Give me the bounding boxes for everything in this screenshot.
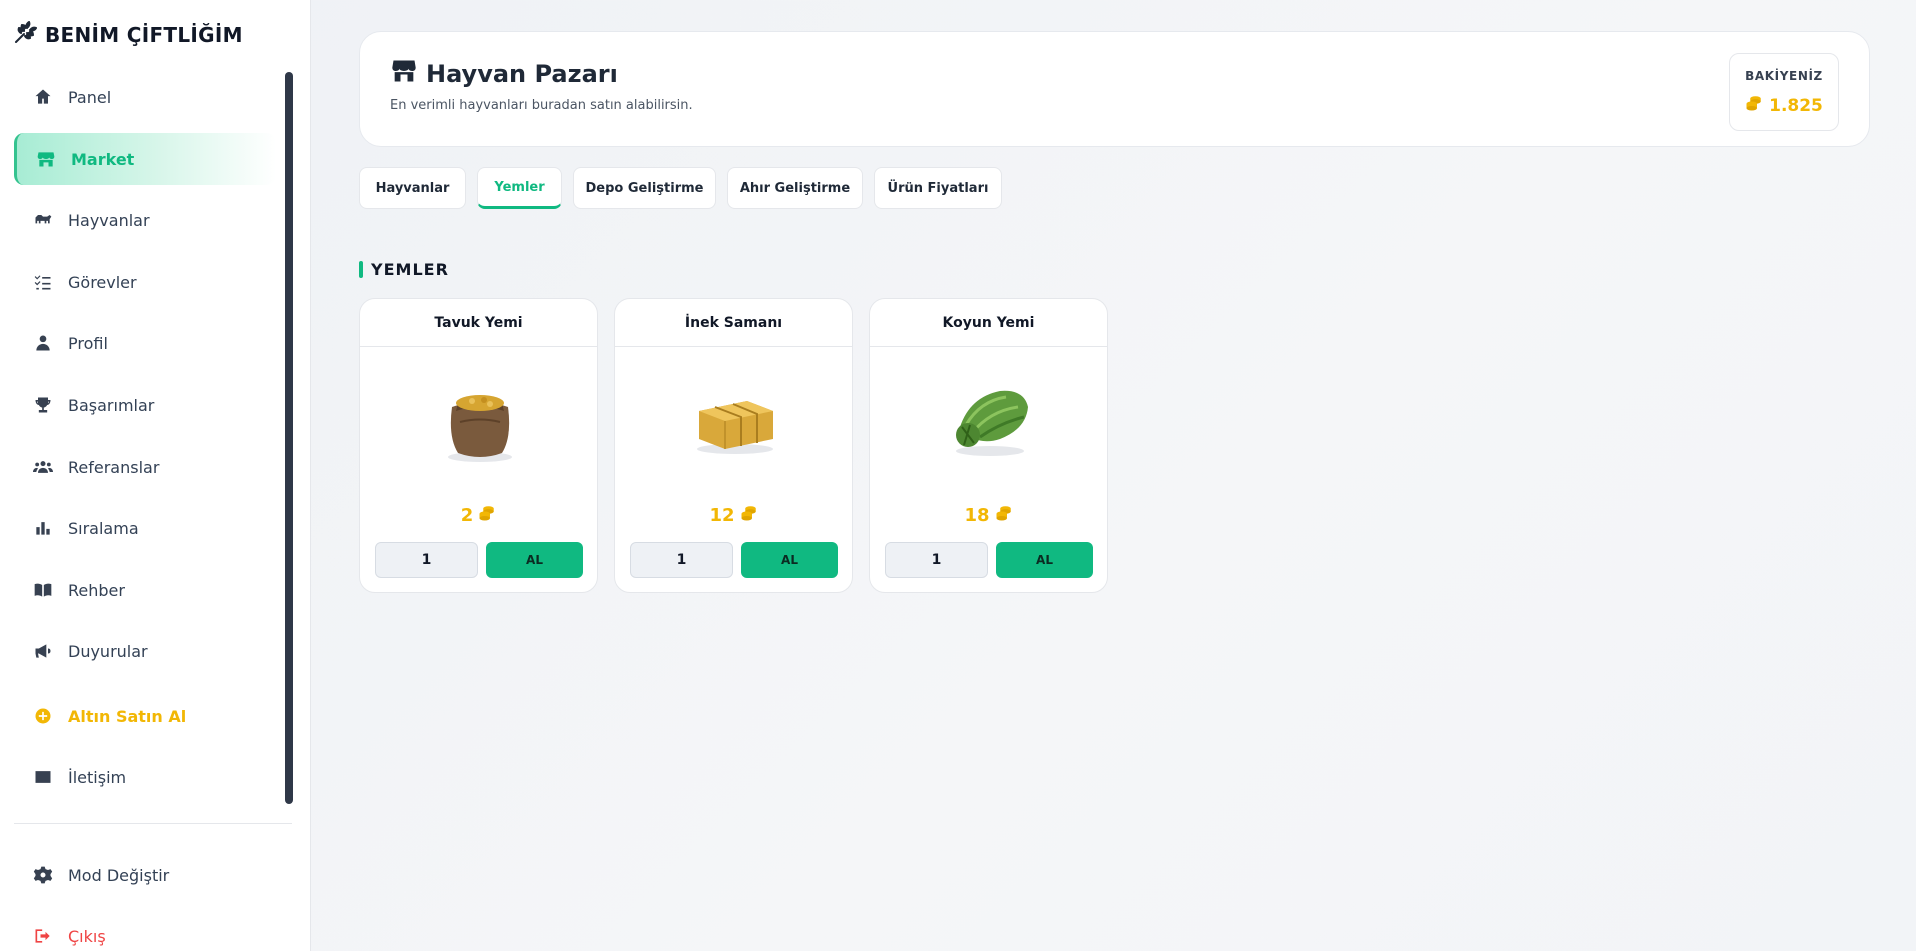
sidebar-item-label: Çıkış	[68, 926, 106, 946]
users-icon	[32, 456, 54, 478]
mode-toggle-button[interactable]: Mod Değiştir	[14, 849, 276, 901]
page-title: Hayvan Pazarı	[390, 57, 618, 91]
sidebar-item-label: Mod Değiştir	[68, 865, 170, 885]
sidebar-item-duyurular[interactable]: Duyurular	[14, 625, 276, 677]
quantity-input[interactable]	[375, 542, 478, 578]
price-value: 12	[709, 505, 735, 526]
balance-amount: 1.825	[1769, 95, 1823, 116]
store-icon	[390, 57, 418, 91]
section-heading: YEMLER	[359, 259, 449, 279]
product-name: İnek Samanı	[615, 299, 852, 347]
product-price: 2	[360, 504, 597, 527]
book-icon	[32, 579, 54, 601]
product-price: 18	[870, 504, 1107, 527]
product-name: Tavuk Yemi	[360, 299, 597, 347]
coins-icon	[740, 504, 758, 527]
price-value: 18	[964, 505, 990, 526]
balance-card: BAKİYENİZ 1.825	[1729, 53, 1839, 131]
sidebar-item-label: Market	[71, 149, 135, 169]
tab-ahir-gelistirme[interactable]: Ahır Geliştirme	[727, 167, 863, 209]
logout-button[interactable]: Çıkış	[14, 910, 276, 951]
sidebar-divider	[14, 823, 292, 824]
trophy-icon	[32, 394, 54, 416]
sidebar-item-label: Referanslar	[68, 457, 160, 477]
brand[interactable]: BENİM ÇİFTLİĞİM	[13, 20, 243, 50]
sidebar-scrollbar[interactable]	[285, 72, 293, 804]
page-title-text: Hayvan Pazarı	[426, 60, 618, 88]
sidebar-item-label: İletişim	[68, 767, 127, 787]
market-header: Hayvan Pazarı En verimli hayvanları bura…	[359, 31, 1870, 147]
user-icon	[32, 332, 54, 354]
product-card: Tavuk Yemi 2 AL	[359, 298, 598, 593]
megaphone-icon	[32, 640, 54, 662]
balance-value: 1.825	[1730, 94, 1838, 117]
sidebar-item-profil[interactable]: Profil	[14, 317, 276, 369]
animal-icon	[32, 209, 54, 231]
buy-button[interactable]: AL	[486, 542, 583, 578]
sidebar-item-siralama[interactable]: Sıralama	[14, 502, 276, 554]
sidebar-item-altin-satin-al[interactable]: Altın Satın Al	[14, 690, 276, 742]
product-card: Koyun Yemi 18 AL	[869, 298, 1108, 593]
tab-yemler[interactable]: Yemler	[477, 167, 562, 209]
chart-icon	[32, 517, 54, 539]
sidebar-item-label: Altın Satın Al	[68, 706, 187, 726]
coins-icon	[1745, 94, 1763, 117]
sidebar-item-label: Başarımlar	[68, 395, 155, 415]
sidebar: BENİM ÇİFTLİĞİM Panel Market Hayvanlar G…	[0, 0, 311, 951]
product-name: Koyun Yemi	[870, 299, 1107, 347]
sidebar-item-panel[interactable]: Panel	[14, 71, 276, 123]
coins-icon	[478, 504, 496, 527]
page-subtitle: En verimli hayvanları buradan satın alab…	[390, 98, 693, 113]
sidebar-item-label: Profil	[68, 333, 108, 353]
buy-button[interactable]: AL	[996, 542, 1093, 578]
tab-depo-gelistirme[interactable]: Depo Geliştirme	[573, 167, 716, 209]
section-title: YEMLER	[371, 259, 449, 279]
balance-label: BAKİYENİZ	[1745, 69, 1823, 83]
sidebar-item-label: Duyurular	[68, 641, 148, 661]
coins-icon	[995, 504, 1013, 527]
sidebar-item-label: Sıralama	[68, 518, 139, 538]
product-card: İnek Samanı 12 AL	[614, 298, 853, 593]
quantity-input[interactable]	[630, 542, 733, 578]
sidebar-item-referanslar[interactable]: Referanslar	[14, 441, 276, 493]
sidebar-item-basarimlar[interactable]: Başarımlar	[14, 379, 276, 431]
sidebar-item-gorevler[interactable]: Görevler	[14, 256, 276, 308]
quantity-input[interactable]	[885, 542, 988, 578]
price-value: 2	[460, 505, 474, 526]
sidebar-item-label: Hayvanlar	[68, 210, 150, 230]
home-icon	[32, 86, 54, 108]
sidebar-item-label: Rehber	[68, 580, 125, 600]
envelope-icon	[32, 766, 54, 788]
feed-sack-image	[448, 395, 512, 462]
tab-hayvanlar[interactable]: Hayvanlar	[359, 167, 466, 209]
tab-urun-fiyatlari[interactable]: Ürün Fiyatları	[874, 167, 1002, 209]
sidebar-item-label: Görevler	[68, 272, 137, 292]
sidebar-item-rehber[interactable]: Rehber	[14, 564, 276, 616]
tasks-icon	[32, 271, 54, 293]
sidebar-item-market[interactable]: Market	[14, 133, 276, 185]
sidebar-item-iletisim[interactable]: İletişim	[14, 751, 276, 803]
gear-icon	[32, 864, 54, 886]
plus-circle-icon	[32, 705, 54, 727]
brand-name: BENİM ÇİFTLİĞİM	[45, 23, 243, 47]
grass-bundle-image	[956, 390, 1028, 456]
logout-icon	[32, 925, 54, 947]
hay-bale-image	[697, 401, 773, 454]
section-accent-bar	[359, 260, 363, 278]
buy-button[interactable]: AL	[741, 542, 838, 578]
sidebar-item-label: Panel	[68, 87, 112, 107]
product-price: 12	[615, 504, 852, 527]
store-icon	[35, 148, 57, 170]
sidebar-item-hayvanlar[interactable]: Hayvanlar	[14, 194, 276, 246]
wheat-icon	[13, 20, 38, 50]
